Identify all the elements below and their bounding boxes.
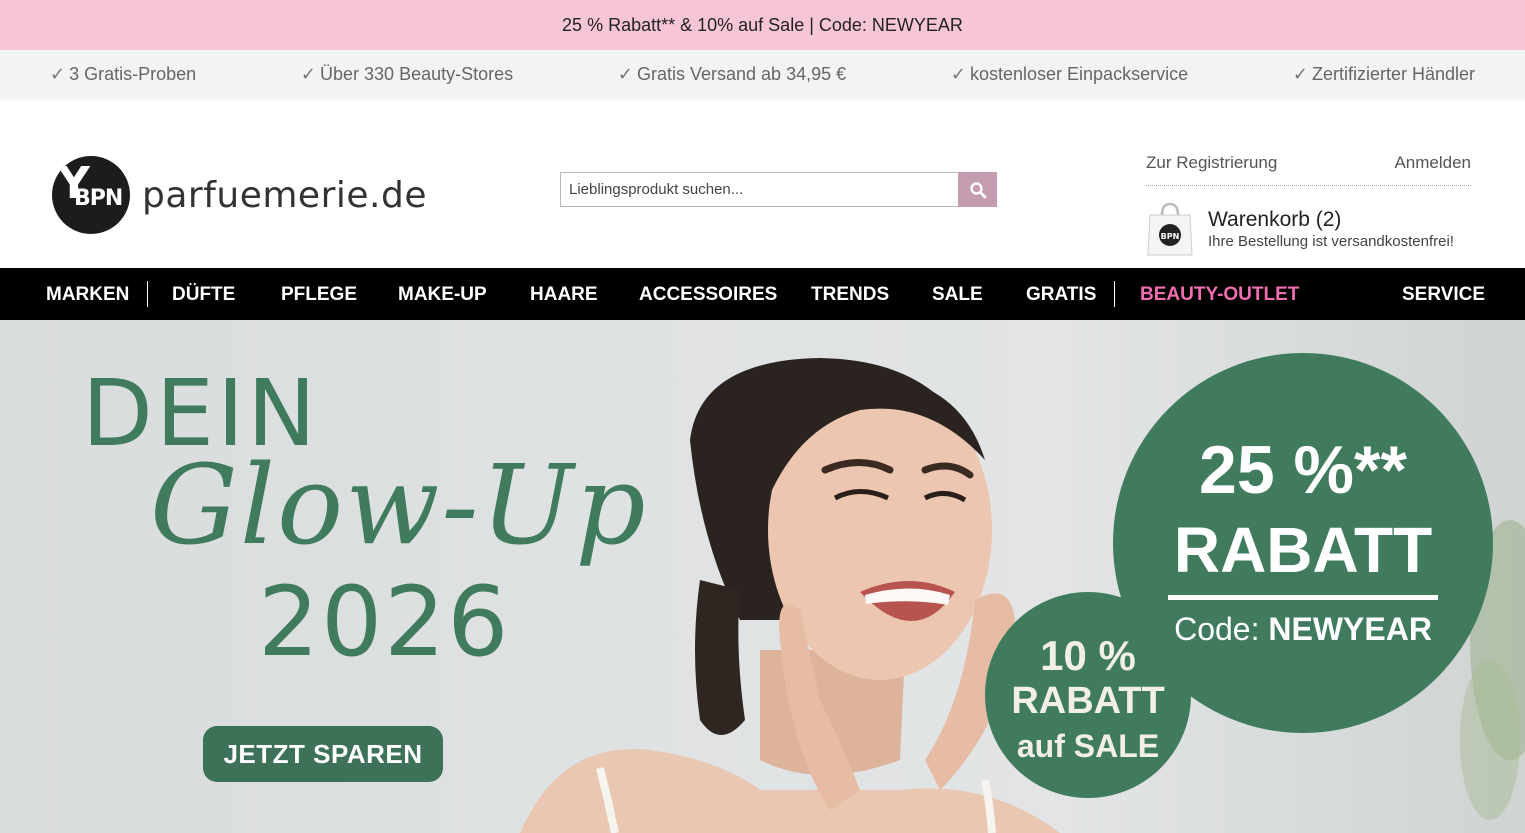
discount-badge-small: 10 % RABATT auf SALE (985, 592, 1191, 798)
main-navigation: MARKEN DÜFTE PFLEGE MAKE-UP HAARE ACCESS… (0, 268, 1525, 320)
usp-item: ✓ Über 330 Beauty-Stores (301, 64, 513, 85)
badge-small-suffix: auf SALE (1016, 728, 1160, 764)
usp-item: ✓ 3 Gratis-Proben (50, 64, 196, 85)
check-icon: ✓ (1292, 63, 1308, 84)
nav-divider (1114, 281, 1115, 307)
usp-item: ✓ Zertifizierter Händler (1293, 64, 1475, 85)
cart-title: Warenkorb (2) (1208, 208, 1342, 231)
login-link[interactable]: Anmelden (1394, 153, 1471, 173)
nav-item-sale[interactable]: SALE (932, 284, 983, 306)
nav-item-make-up[interactable]: MAKE-UP (398, 284, 487, 306)
site-logo[interactable]: Y BPN parfuemerie.de (52, 156, 427, 234)
usp-label: Zertifizierter Händler (1311, 63, 1475, 84)
badge-small-label: RABATT (1011, 680, 1165, 722)
usp-label: Gratis Versand ab 34,95 € (636, 63, 847, 84)
badge-divider (1168, 595, 1438, 600)
hero-script-title: Glow-Up (150, 441, 648, 569)
nav-item-duefte[interactable]: DÜFTE (172, 284, 235, 306)
search-icon (969, 181, 986, 198)
shopping-bag-icon: BPN (1146, 201, 1194, 257)
usp-item: ✓ kostenloser Einpackservice (951, 64, 1188, 85)
check-icon: ✓ (617, 63, 633, 84)
search-input[interactable] (560, 172, 958, 207)
site-header: Y BPN parfuemerie.de Zur Registrierung A… (0, 98, 1525, 268)
cta-button[interactable]: JETZT SPAREN (203, 726, 443, 782)
usp-item: ✓ Gratis Versand ab 34,95 € (618, 64, 846, 85)
nav-item-beauty-outlet[interactable]: BEAUTY-OUTLET (1140, 284, 1299, 306)
badge-label: RABATT (1173, 514, 1433, 586)
nav-item-pflege[interactable]: PFLEGE (281, 284, 357, 306)
badge-percent: 25 %** (1199, 432, 1407, 508)
check-icon: ✓ (950, 63, 966, 84)
hero-year: 2026 (258, 566, 511, 678)
nav-item-gratis[interactable]: GRATIS (1026, 284, 1096, 306)
usp-label: 3 Gratis-Proben (69, 63, 197, 84)
hero-banner[interactable]: DEIN Glow-Up 2026 JETZT SPAREN 25 %** RA… (0, 320, 1525, 833)
account-links: Zur Registrierung Anmelden (1146, 153, 1471, 186)
register-link[interactable]: Zur Registrierung (1146, 153, 1277, 173)
badge-small-percent: 10 % (1040, 632, 1136, 679)
cart-button[interactable]: BPN Warenkorb (2) Ihre Bestellung ist ve… (1146, 201, 1454, 257)
nav-item-haare[interactable]: HAARE (530, 284, 598, 306)
nav-item-marken[interactable]: MARKEN (46, 284, 129, 306)
logo-text: parfuemerie.de (142, 174, 427, 216)
search-form (560, 172, 997, 207)
usp-bar: ✓ 3 Gratis-Proben ✓ Über 330 Beauty-Stores… (0, 50, 1525, 98)
logo-mark-icon: Y BPN (52, 156, 130, 234)
nav-divider (147, 281, 148, 307)
search-button[interactable] (958, 172, 997, 207)
usp-label: kostenloser Einpackservice (969, 63, 1189, 84)
nav-item-service[interactable]: SERVICE (1402, 284, 1485, 306)
promo-text: 25 % Rabatt** & 10% auf Sale | Code: NEW… (562, 14, 963, 35)
cart-subtitle: Ihre Bestellung ist versandkostenfrei! (1208, 233, 1454, 250)
check-icon: ✓ (300, 63, 317, 84)
usp-label: Über 330 Beauty-Stores (320, 63, 514, 84)
nav-item-accessoires[interactable]: ACCESSOIRES (639, 284, 777, 306)
svg-text:BPN: BPN (1161, 232, 1180, 241)
check-icon: ✓ (50, 63, 66, 84)
promo-banner[interactable]: 25 % Rabatt** & 10% auf Sale | Code: NEW… (0, 0, 1525, 50)
nav-item-trends[interactable]: TRENDS (811, 284, 889, 306)
